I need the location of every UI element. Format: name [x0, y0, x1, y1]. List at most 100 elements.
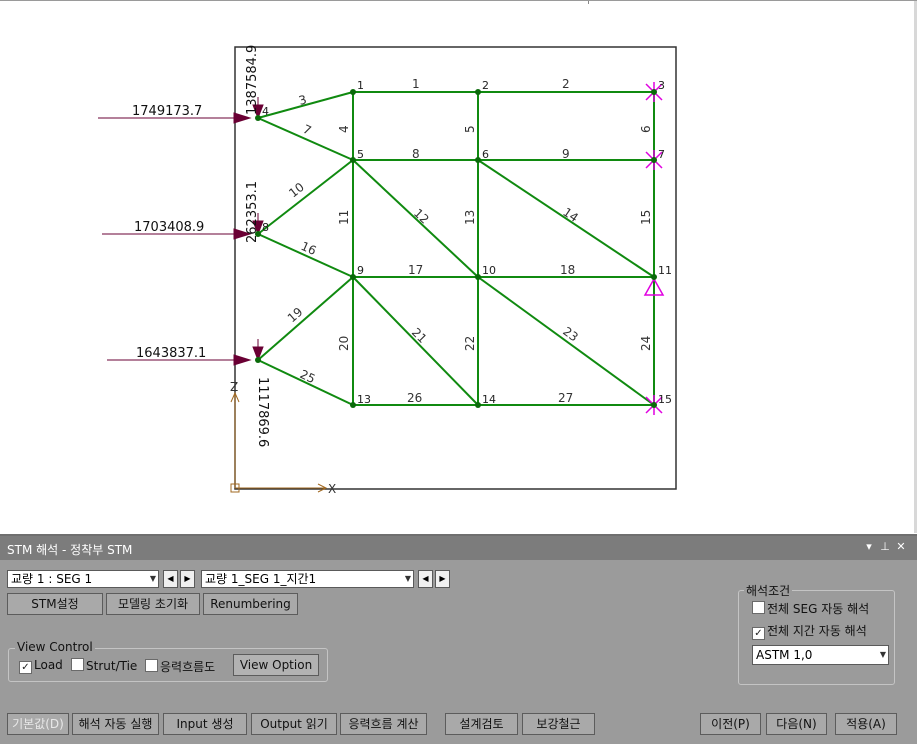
member-label: 22 [463, 336, 477, 351]
concrete-boundary [234, 46, 677, 490]
panel-title: STM 해석 - 정착부 STM [7, 543, 133, 557]
chevron-down-icon: ▼ [404, 574, 411, 583]
member-label: 13 [463, 210, 477, 225]
output-read-button[interactable]: Output 읽기 [251, 713, 337, 735]
all-span-auto-label: 전체 지간 자동 해석 [767, 624, 867, 638]
stress-flow-check-box [145, 659, 158, 672]
auto-run-button[interactable]: 해석 자동 실행 [72, 713, 159, 735]
all-seg-check-box [752, 601, 765, 614]
reaction-value: 1387584.9 [245, 45, 260, 115]
member-label: 4 [337, 125, 351, 133]
member-label: 7 [301, 122, 314, 138]
node-label: 5 [357, 148, 364, 161]
modeling-init-button[interactable]: 모델링 초기화 [106, 593, 200, 615]
renumbering-button[interactable]: Renumbering [203, 593, 298, 615]
stm-setting-button[interactable]: STM설정 [7, 593, 103, 615]
panel-titlebar: STM 해석 - 정착부 STM ▾ ⊥ ✕ [0, 536, 917, 560]
axis-z-label: Z [230, 380, 238, 394]
member-label: 11 [337, 210, 351, 225]
node-label: 3 [658, 79, 665, 92]
member-label: 21 [409, 325, 430, 346]
reinforcement-button[interactable]: 보강철근 [522, 713, 595, 735]
strut-tie-members [257, 91, 655, 406]
member-label: 14 [560, 205, 580, 225]
all-span-check-box: ✓ [752, 627, 765, 640]
default-button[interactable]: 기본값(D) [7, 713, 69, 735]
member-label: 3 [297, 92, 308, 108]
member-label: 8 [412, 147, 420, 161]
all-seg-auto-label: 전체 SEG 자동 해석 [767, 602, 870, 616]
view-control-group: View Control ✓ Load Strut/Tie 응력흐름도 View … [8, 640, 328, 682]
load-checkbox[interactable]: ✓ Load [19, 658, 63, 674]
node-label: 8 [262, 221, 269, 234]
span-combo-value: 교량 1_SEG 1_지간1 [205, 572, 317, 586]
seg-prev-button[interactable]: ◀ [163, 570, 178, 588]
strut-tie-check-box [71, 658, 84, 671]
model-viewport[interactable]: Z X 1749173.7 1703408.9 1643837.1 138758… [0, 0, 917, 533]
panel-close-button[interactable]: ✕ [894, 539, 908, 555]
analysis-condition-label: 해석조건 [744, 582, 793, 599]
member-label: 5 [463, 125, 477, 133]
load-checkbox-label: Load [34, 658, 63, 672]
next-button[interactable]: 다음(N) [766, 713, 827, 735]
member-label: 16 [299, 239, 319, 258]
member-label: 18 [560, 263, 575, 277]
design-code-value: ASTM 1,0 [756, 648, 813, 662]
member-label: 12 [411, 206, 432, 227]
span-prev-button[interactable]: ◀ [418, 570, 433, 588]
span-next-button[interactable]: ▶ [435, 570, 450, 588]
load-value: 1749173.7 [132, 104, 202, 119]
reaction-value: 1117869.6 [255, 377, 270, 447]
member-label: 26 [407, 391, 422, 405]
member-label: 25 [298, 367, 318, 386]
node-label: 1 [357, 79, 364, 92]
axis-indicator [230, 391, 328, 493]
stress-flow-checkbox[interactable]: 응력흐름도 [145, 658, 215, 675]
design-check-button[interactable]: 설계검토 [445, 713, 518, 735]
node-label: 6 [482, 148, 489, 161]
stm-drawing: Z X 1749173.7 1703408.9 1643837.1 138758… [98, 45, 677, 496]
member-label: 24 [639, 336, 653, 351]
stress-flow-calc-button[interactable]: 응력흐름 계산 [340, 713, 427, 735]
member-label: 6 [639, 125, 653, 133]
member-label: 27 [558, 391, 573, 405]
design-code-combo[interactable]: ASTM 1,0 ▼ [752, 645, 889, 665]
member-label: 17 [408, 263, 423, 277]
strut-tie-checkbox-label: Strut/Tie [86, 659, 138, 673]
stress-flow-checkbox-label: 응력흐름도 [160, 660, 216, 674]
axis-x-label: X [328, 482, 336, 496]
node-label: 10 [482, 264, 496, 277]
all-seg-auto-checkbox[interactable]: 전체 SEG 자동 해석 [752, 600, 869, 617]
load-value: 1643837.1 [136, 346, 206, 361]
node-label: 9 [357, 264, 364, 277]
node-label: 13 [357, 393, 371, 406]
node-label: 7 [658, 148, 665, 161]
panel-menu-button[interactable]: ▾ [862, 539, 876, 555]
chevron-down-icon: ▼ [149, 574, 156, 583]
panel-pin-button[interactable]: ⊥ [878, 539, 892, 555]
reaction-value: 262353.1 [245, 181, 260, 243]
node-label: 4 [262, 105, 269, 118]
all-span-auto-checkbox[interactable]: ✓ 전체 지간 자동 해석 [752, 622, 867, 640]
chevron-down-icon: ▼ [879, 650, 886, 659]
strut-tie-checkbox[interactable]: Strut/Tie [71, 658, 137, 673]
node-label: 2 [482, 79, 489, 92]
apply-button[interactable]: 적용(A) [835, 713, 897, 735]
member-label: 23 [560, 324, 581, 344]
load-value: 1703408.9 [134, 220, 204, 235]
seg-next-button[interactable]: ▶ [180, 570, 195, 588]
member-label: 20 [337, 336, 351, 351]
input-generate-button[interactable]: Input 생성 [163, 713, 247, 735]
prev-button[interactable]: 이전(P) [700, 713, 761, 735]
stm-analysis-panel: STM 해석 - 정착부 STM ▾ ⊥ ✕ 교량 1 : SEG 1 ▼ ◀ … [0, 534, 917, 744]
seg-combo[interactable]: 교량 1 : SEG 1 ▼ [7, 570, 159, 588]
load-check-box: ✓ [19, 661, 32, 674]
node-label: 15 [658, 393, 672, 406]
analysis-condition-group: 해석조건 전체 SEG 자동 해석 ✓ 전체 지간 자동 해석 ASTM 1,0 … [738, 582, 895, 685]
node-label: 11 [658, 264, 672, 277]
view-option-button[interactable]: View Option [233, 654, 319, 676]
member-label: 1 [412, 77, 420, 91]
span-combo[interactable]: 교량 1_SEG 1_지간1 ▼ [201, 570, 414, 588]
member-label: 9 [562, 147, 570, 161]
seg-combo-value: 교량 1 : SEG 1 [11, 572, 93, 586]
